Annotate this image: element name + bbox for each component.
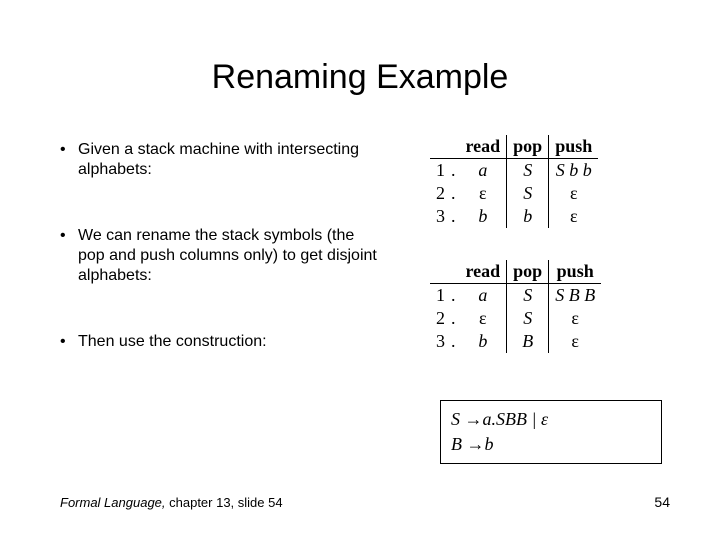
table-header-row: read pop push bbox=[430, 260, 601, 284]
table-row: 3 . b B ε bbox=[430, 330, 601, 353]
cell-read: a bbox=[460, 284, 507, 308]
footer-book: Formal Language, bbox=[60, 495, 166, 510]
cell-read: ε bbox=[460, 307, 507, 330]
cell-pop: S bbox=[507, 182, 549, 205]
table-row: 2 . ε S ε bbox=[430, 182, 598, 205]
table-header-row: read pop push bbox=[430, 135, 598, 159]
row-number: 3 bbox=[430, 205, 451, 228]
grammar-rhs: b bbox=[485, 434, 494, 454]
row-dot: . bbox=[451, 159, 460, 183]
table-row: 2 . ε S ε bbox=[430, 307, 601, 330]
cell-push: ε bbox=[549, 182, 599, 205]
cell-push: ε bbox=[549, 330, 602, 353]
row-dot: . bbox=[451, 205, 460, 228]
grammar-line-1: S →a.SBB | ε bbox=[451, 407, 651, 432]
transition-table-1: read pop push 1 . a S S b b 2 . ε S ε 3 … bbox=[430, 135, 598, 228]
row-dot: . bbox=[451, 182, 460, 205]
grammar-rhs: a.SBB | ε bbox=[483, 409, 549, 429]
cell-pop: S bbox=[507, 307, 549, 330]
cell-push: ε bbox=[549, 205, 599, 228]
col-pop: pop bbox=[507, 135, 549, 159]
table-row: 1 . a S S B B bbox=[430, 284, 601, 308]
bullet-3: Then use the construction: bbox=[60, 332, 380, 352]
cell-pop: B bbox=[507, 330, 549, 353]
col-push: push bbox=[549, 260, 602, 284]
bullet-list: Given a stack machine with intersecting … bbox=[60, 140, 380, 398]
arrow-icon: → bbox=[467, 434, 485, 454]
arrow-icon: → bbox=[465, 409, 483, 429]
bullet-1: Given a stack machine with intersecting … bbox=[60, 140, 380, 180]
cell-push: S b b bbox=[549, 159, 599, 183]
cell-read: ε bbox=[460, 182, 507, 205]
table-row: 3 . b b ε bbox=[430, 205, 598, 228]
table-row: 1 . a S S b b bbox=[430, 159, 598, 183]
grammar-lhs: S bbox=[451, 409, 465, 429]
row-dot: . bbox=[451, 284, 460, 308]
col-pop: pop bbox=[507, 260, 549, 284]
col-push: push bbox=[549, 135, 599, 159]
cell-push: S B B bbox=[549, 284, 602, 308]
transition-table-2: read pop push 1 . a S S B B 2 . ε S ε 3 … bbox=[430, 260, 601, 353]
col-read: read bbox=[460, 260, 507, 284]
footer-citation: Formal Language, chapter 13, slide 54 bbox=[60, 495, 283, 510]
cell-read: b bbox=[460, 330, 507, 353]
cell-pop: b bbox=[507, 205, 549, 228]
cell-pop: S bbox=[507, 159, 549, 183]
grammar-box: S →a.SBB | ε B →b bbox=[440, 400, 662, 464]
grammar-lhs: B bbox=[451, 434, 467, 454]
row-dot: . bbox=[451, 307, 460, 330]
row-dot: . bbox=[451, 330, 460, 353]
cell-read: a bbox=[460, 159, 507, 183]
row-number: 1 bbox=[430, 159, 451, 183]
grammar-line-2: B →b bbox=[451, 432, 651, 457]
footer-rest: chapter 13, slide 54 bbox=[166, 495, 283, 510]
cell-pop: S bbox=[507, 284, 549, 308]
row-number: 2 bbox=[430, 307, 451, 330]
bullet-2: We can rename the stack symbols (the pop… bbox=[60, 226, 380, 286]
slide-title: Renaming Example bbox=[0, 58, 720, 97]
col-read: read bbox=[460, 135, 507, 159]
row-number: 2 bbox=[430, 182, 451, 205]
slide: Renaming Example Given a stack machine w… bbox=[0, 0, 720, 540]
page-number: 54 bbox=[654, 494, 670, 510]
row-number: 3 bbox=[430, 330, 451, 353]
cell-read: b bbox=[460, 205, 507, 228]
cell-push: ε bbox=[549, 307, 602, 330]
row-number: 1 bbox=[430, 284, 451, 308]
